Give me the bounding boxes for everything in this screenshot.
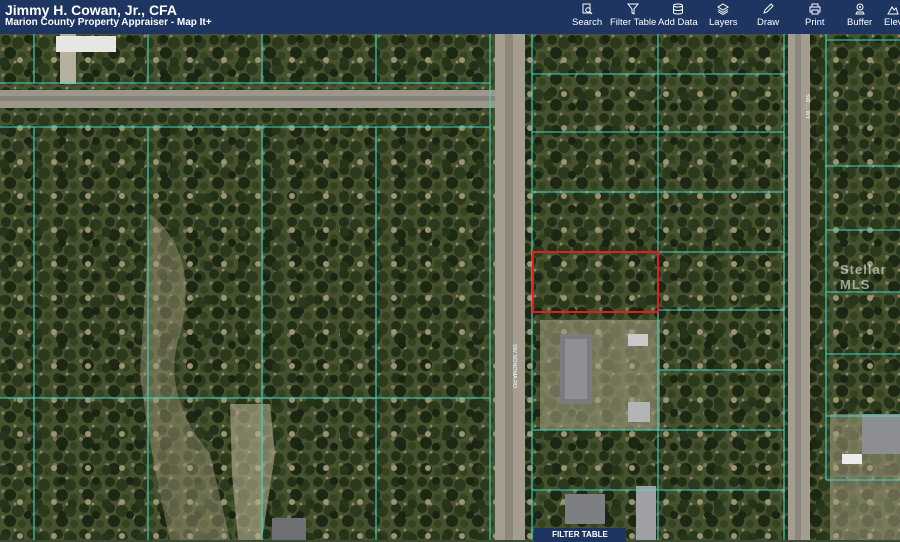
print-icon bbox=[809, 3, 821, 15]
app-header: Jimmy H. Cowan, Jr., CFA Marion County P… bbox=[0, 0, 900, 34]
layers-label: Layers bbox=[709, 17, 738, 28]
buffer-button[interactable]: Buffer bbox=[847, 0, 872, 34]
road-label: SW SONOMA RD bbox=[511, 344, 517, 388]
building-roof bbox=[56, 36, 116, 52]
search-button[interactable]: Search bbox=[572, 0, 602, 34]
search-icon bbox=[582, 3, 593, 15]
layers-icon bbox=[717, 3, 730, 15]
filter-table-button[interactable]: Filter Table bbox=[610, 0, 656, 34]
aerial-map[interactable]: SW SONOMA RD SW ... WY bbox=[0, 34, 900, 540]
filter-table-label: Filter Table bbox=[610, 17, 657, 28]
add-data-icon bbox=[672, 3, 683, 15]
draw-label: Draw bbox=[757, 17, 780, 28]
shed bbox=[272, 518, 306, 540]
buffer-label: Buffer bbox=[847, 17, 873, 28]
watermark: Stellar MLS bbox=[840, 262, 887, 292]
print-label: Print bbox=[805, 17, 825, 28]
draw-icon bbox=[763, 3, 774, 14]
buffer-icon bbox=[854, 3, 865, 15]
draw-button[interactable]: Draw bbox=[757, 0, 779, 34]
map-view[interactable]: SW SONOMA RD SW ... WY bbox=[0, 34, 900, 540]
add-data-button[interactable]: Add Data bbox=[658, 0, 698, 34]
print-button[interactable]: Print bbox=[805, 0, 825, 34]
elevation-label: Elev bbox=[884, 17, 900, 28]
layers-button[interactable]: Layers bbox=[709, 0, 738, 34]
elevation-button[interactable]: Elev bbox=[884, 0, 900, 34]
search-label: Search bbox=[572, 17, 603, 28]
elevation-icon bbox=[887, 6, 899, 15]
add-data-label: Add Data bbox=[658, 17, 698, 28]
road-label-east: SW ... WY bbox=[804, 94, 810, 120]
app-subtitle: Marion County Property Appraiser - Map I… bbox=[5, 17, 212, 28]
app-title: Jimmy H. Cowan, Jr., CFA bbox=[5, 2, 177, 18]
filter-icon bbox=[627, 3, 640, 15]
